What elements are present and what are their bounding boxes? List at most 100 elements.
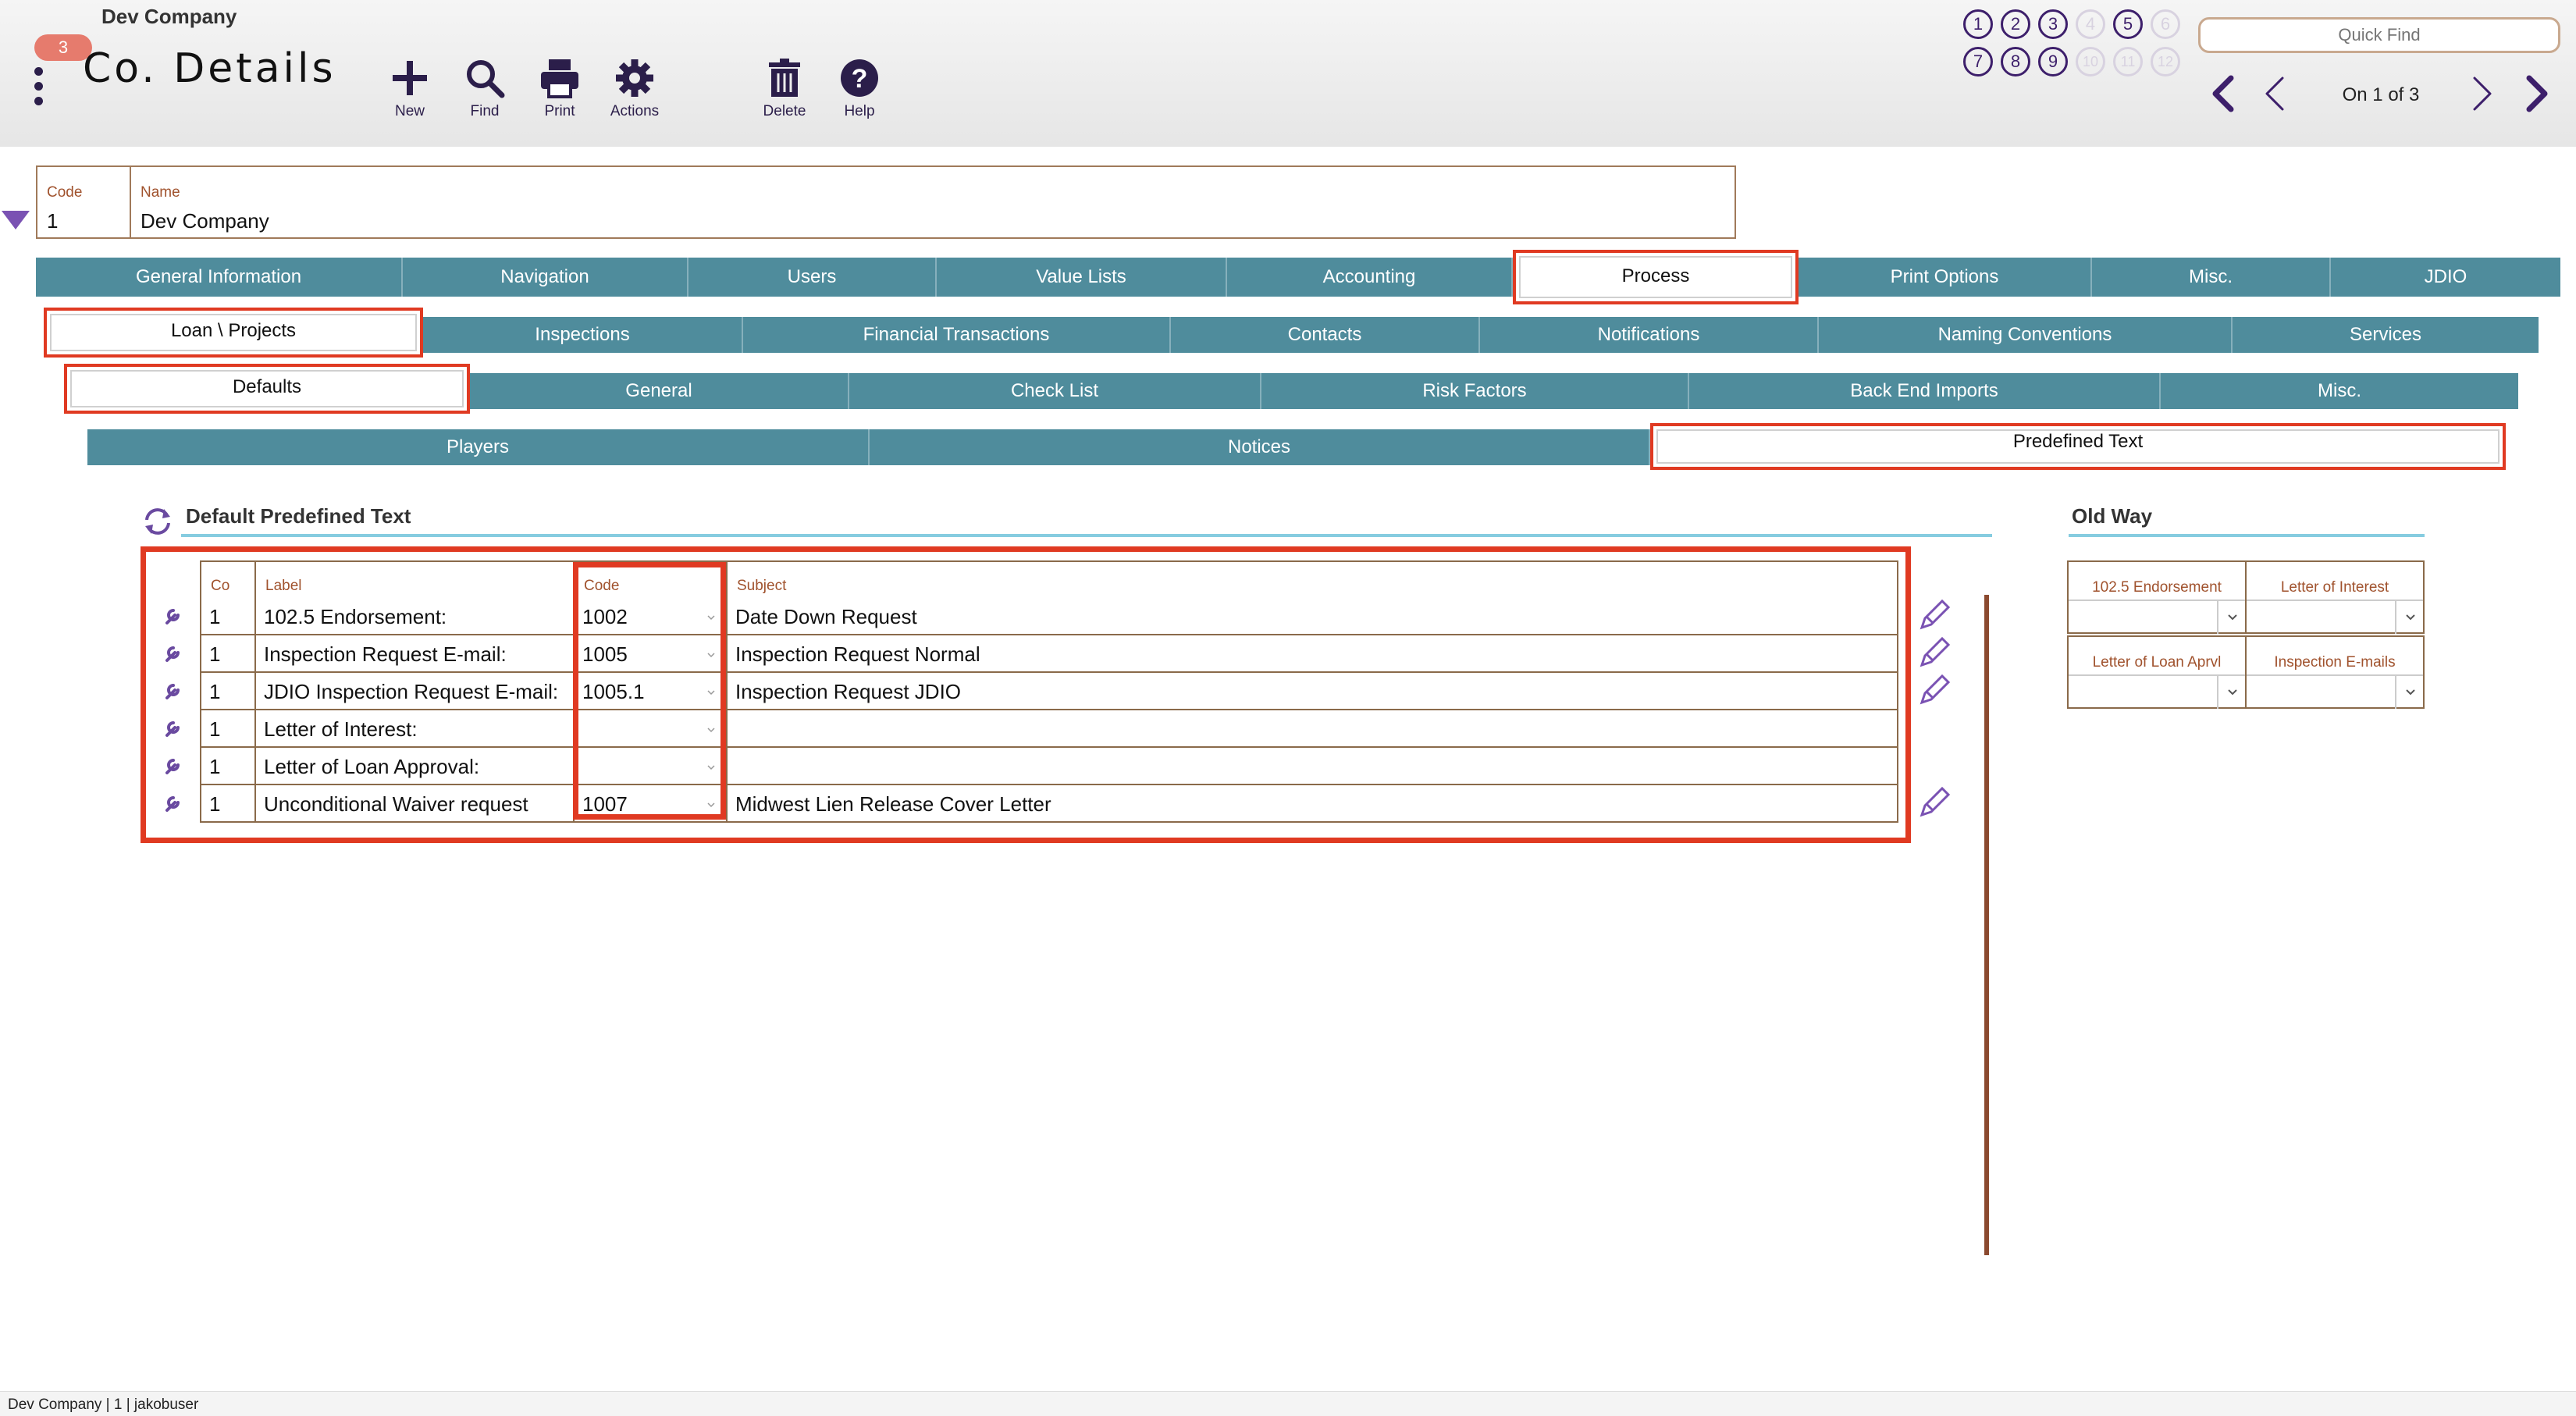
co-cell[interactable]: 1: [200, 784, 256, 823]
co-header: Co: [211, 578, 230, 594]
favorite-5-button[interactable]: 5: [2113, 9, 2143, 39]
wrench-icon[interactable]: [162, 679, 184, 701]
label-cell[interactable]: Label 102.5 Endorsement:: [254, 560, 575, 635]
favorite-4-button[interactable]: 4: [2076, 9, 2105, 39]
pencil-icon[interactable]: [1916, 785, 1952, 821]
dropdown-toggle[interactable]: [2395, 599, 2423, 634]
favorite-3-button[interactable]: 3: [2038, 9, 2068, 39]
first-record-icon[interactable]: [2206, 72, 2240, 116]
label-cell[interactable]: Unconditional Waiver request: [254, 784, 575, 823]
tab-naming-conventions[interactable]: Naming Conventions: [1819, 317, 2233, 353]
tab-check-list[interactable]: Check List: [849, 373, 1261, 409]
old-way-inspection-emails-dropdown[interactable]: Inspection E-mails: [2245, 635, 2425, 709]
tab-general-information[interactable]: General Information: [36, 258, 403, 297]
help-icon: ?: [841, 59, 878, 97]
subject-cell[interactable]: Subject Date Down Request: [726, 560, 1898, 635]
favorite-1-button[interactable]: 1: [1963, 9, 1993, 39]
old-way-title: Old Way: [2072, 504, 2153, 528]
quick-find-input[interactable]: [2198, 17, 2560, 53]
co-cell[interactable]: 1: [200, 709, 256, 748]
co-cell[interactable]: 1: [200, 671, 256, 710]
wrench-icon[interactable]: [162, 754, 184, 776]
help-button[interactable]: ? Help: [824, 56, 895, 120]
subject-cell[interactable]: Midwest Lien Release Cover Letter: [726, 784, 1898, 823]
tab-notifications[interactable]: Notifications: [1480, 317, 1819, 353]
record-marker-icon[interactable]: [2, 211, 30, 229]
co-cell[interactable]: 1: [200, 634, 256, 673]
code-field[interactable]: Code 1: [36, 165, 131, 239]
tab-financial-transactions[interactable]: Financial Transactions: [743, 317, 1171, 353]
old-way-field-label: 102.5 Endorsement: [2092, 579, 2222, 596]
last-record-icon[interactable]: [2520, 72, 2554, 116]
next-record-icon[interactable]: [2465, 72, 2500, 116]
code-column-highlight: [573, 562, 726, 820]
favorite-10-button[interactable]: 10: [2076, 47, 2105, 76]
wrench-icon[interactable]: [162, 604, 184, 626]
tab-services[interactable]: Services: [2233, 317, 2539, 353]
subject-cell[interactable]: Inspection Request JDIO: [726, 671, 1898, 710]
favorite-11-button[interactable]: 11: [2113, 47, 2143, 76]
favorite-12-button[interactable]: 12: [2151, 47, 2180, 76]
old-way-letter-of-interest-dropdown[interactable]: Letter of Interest: [2245, 560, 2425, 634]
label-cell[interactable]: Letter of Loan Approval:: [254, 746, 575, 785]
old-way-102-5-endorsement-dropdown[interactable]: 102.5 Endorsement: [2067, 560, 2247, 634]
pencil-icon[interactable]: [1916, 635, 1952, 671]
tab-misc-defaults[interactable]: Misc.: [2161, 373, 2518, 409]
dropdown-toggle[interactable]: [2395, 674, 2423, 709]
favorite-9-button[interactable]: 9: [2038, 47, 2068, 76]
favorite-6-button[interactable]: 6: [2151, 9, 2180, 39]
tab-inspections[interactable]: Inspections: [423, 317, 743, 353]
table-row: 1 Inspection Request E-mail: 1005 Inspec…: [200, 634, 1898, 673]
tab-risk-factors[interactable]: Risk Factors: [1261, 373, 1689, 409]
predefined-section-divider: [181, 534, 1992, 537]
previous-record-icon[interactable]: [2258, 72, 2292, 116]
tab-value-lists[interactable]: Value Lists: [937, 258, 1227, 297]
tab-navigation[interactable]: Navigation: [403, 258, 688, 297]
subject-cell[interactable]: [726, 746, 1898, 785]
tab-defaults[interactable]: Defaults: [64, 364, 470, 414]
co-cell[interactable]: 1: [200, 746, 256, 785]
label-cell[interactable]: Inspection Request E-mail:: [254, 634, 575, 673]
tab-loan-projects[interactable]: Loan \ Projects: [44, 308, 423, 358]
pencil-icon[interactable]: [1916, 673, 1952, 709]
tab-general[interactable]: General: [470, 373, 849, 409]
tab-misc[interactable]: Misc.: [2092, 258, 2331, 297]
tab-predefined-text[interactable]: Predefined Text: [1650, 423, 2506, 470]
name-field[interactable]: Name Dev Company: [130, 165, 1736, 239]
status-bar: Dev Company | 1 | jakobuser: [0, 1391, 2576, 1416]
wrench-icon[interactable]: [162, 642, 184, 664]
favorite-2-button[interactable]: 2: [2001, 9, 2030, 39]
refresh-icon[interactable]: [141, 504, 175, 539]
print-button[interactable]: Print: [525, 56, 595, 120]
label-cell[interactable]: JDIO Inspection Request E-mail:: [254, 671, 575, 710]
delete-button[interactable]: Delete: [749, 56, 820, 120]
pencil-icon[interactable]: [1916, 598, 1952, 634]
trash-icon: [769, 59, 800, 97]
tab-print-options[interactable]: Print Options: [1799, 258, 2092, 297]
co-cell[interactable]: Co 1: [200, 560, 256, 635]
subject-cell[interactable]: [726, 709, 1898, 748]
kebab-menu-icon[interactable]: [34, 67, 44, 106]
subject-cell[interactable]: Inspection Request Normal: [726, 634, 1898, 673]
chevron-down-icon: [2228, 614, 2237, 621]
dropdown-toggle[interactable]: [2217, 599, 2245, 634]
tab-notices[interactable]: Notices: [870, 429, 1650, 465]
actions-button[interactable]: Actions: [600, 56, 670, 120]
tab-jdio[interactable]: JDIO: [2331, 258, 2560, 297]
tab-process[interactable]: Process: [1513, 250, 1799, 304]
old-way-letter-of-loan-aprvl-dropdown[interactable]: Letter of Loan Aprvl: [2067, 635, 2247, 709]
tab-contacts[interactable]: Contacts: [1171, 317, 1480, 353]
tab-back-end-imports[interactable]: Back End Imports: [1689, 373, 2161, 409]
co-value: 1: [209, 605, 221, 628]
label-cell[interactable]: Letter of Interest:: [254, 709, 575, 748]
new-button[interactable]: New: [375, 56, 445, 120]
tab-players[interactable]: Players: [87, 429, 870, 465]
find-button[interactable]: Find: [450, 56, 520, 120]
favorite-8-button[interactable]: 8: [2001, 47, 2030, 76]
wrench-icon[interactable]: [162, 792, 184, 813]
wrench-icon[interactable]: [162, 717, 184, 738]
dropdown-toggle[interactable]: [2217, 674, 2245, 709]
favorite-7-button[interactable]: 7: [1963, 47, 1993, 76]
tab-users[interactable]: Users: [688, 258, 937, 297]
tab-accounting[interactable]: Accounting: [1227, 258, 1513, 297]
